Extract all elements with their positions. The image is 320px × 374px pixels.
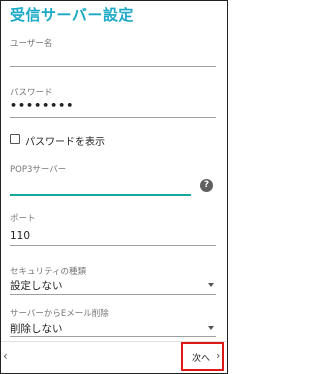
incoming-server-settings-screen: 受信サーバー設定 ユーザー名 パスワード •••••••• パスワードを表示 P… bbox=[0, 0, 228, 374]
username-label: ユーザー名 bbox=[10, 39, 53, 49]
pop3-server-label: POP3サーバー bbox=[10, 165, 67, 175]
next-button-label: 次へ bbox=[192, 354, 211, 364]
next-button[interactable]: 次へ › bbox=[181, 342, 224, 371]
security-type-select[interactable]: 設定しない bbox=[10, 278, 63, 293]
chevron-down-icon[interactable] bbox=[208, 326, 214, 330]
chevron-down-icon[interactable] bbox=[208, 283, 214, 287]
port-label: ポート bbox=[10, 214, 36, 224]
show-password-checkbox[interactable] bbox=[10, 134, 20, 144]
chevron-right-icon: › bbox=[216, 349, 221, 362]
username-underline bbox=[10, 66, 216, 67]
show-password-label[interactable]: パスワードを表示 bbox=[25, 133, 105, 148]
back-arrow-icon[interactable]: ‹ bbox=[3, 349, 8, 363]
help-icon[interactable]: ? bbox=[200, 179, 213, 192]
password-label: パスワード bbox=[10, 88, 53, 98]
delete-from-server-label: サーバーからEメール削除 bbox=[10, 309, 109, 319]
port-field[interactable]: 110 bbox=[10, 230, 30, 242]
security-type-label: セキュリティの種類 bbox=[10, 267, 86, 277]
security-type-underline bbox=[10, 294, 216, 295]
delete-from-server-select[interactable]: 削除しない bbox=[10, 321, 63, 336]
pop3-server-underline bbox=[10, 194, 191, 196]
port-underline bbox=[10, 245, 216, 246]
password-field[interactable]: •••••••• bbox=[10, 99, 74, 112]
password-underline bbox=[10, 117, 216, 118]
delete-from-server-underline bbox=[10, 336, 216, 337]
page-title: 受信サーバー設定 bbox=[10, 6, 134, 24]
